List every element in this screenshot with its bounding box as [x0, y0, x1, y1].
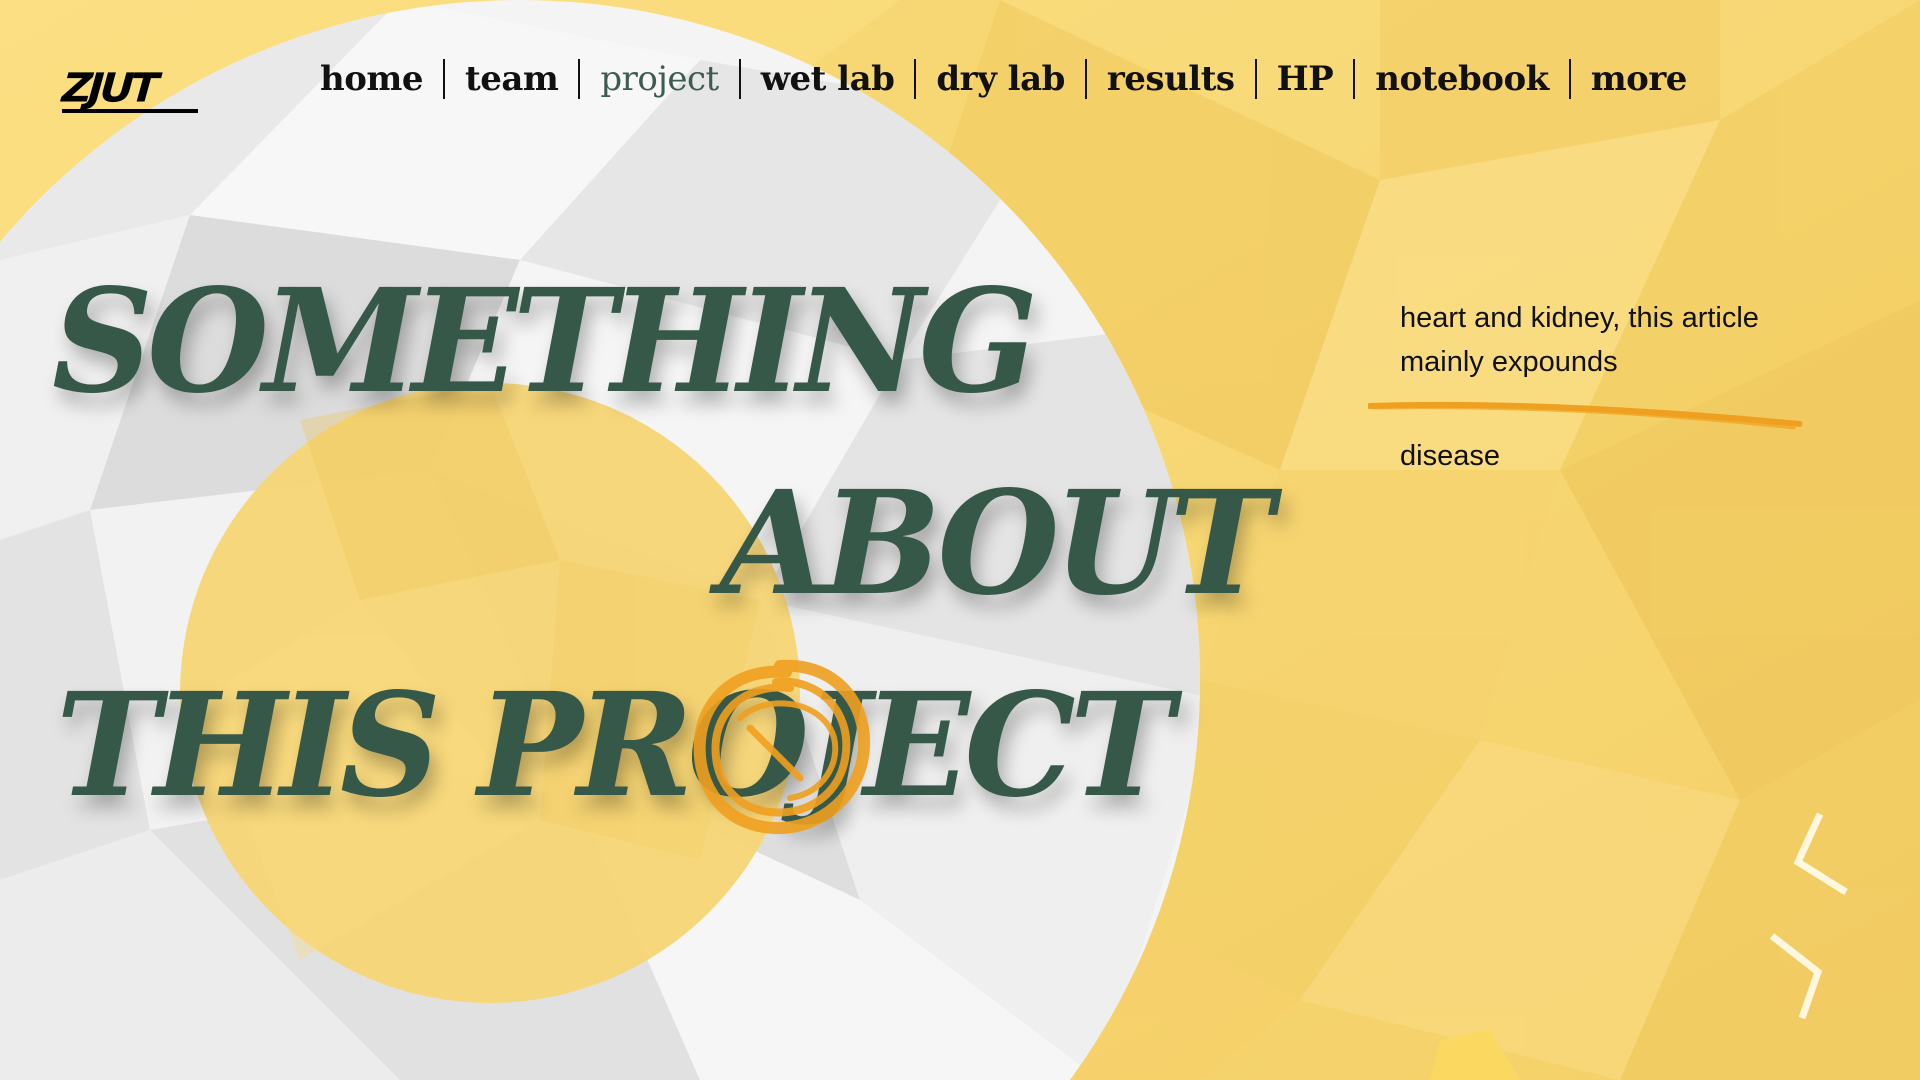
nav-results[interactable]: results — [1087, 57, 1255, 101]
chevron-right-icon[interactable] — [1762, 932, 1832, 1022]
hero-title-line-2: ABOUT — [720, 460, 1274, 628]
chevron-left-icon[interactable] — [1790, 810, 1860, 900]
nav-wet-lab[interactable]: wet lab — [741, 57, 915, 101]
nav-team[interactable]: team — [445, 57, 578, 101]
logo-text: ZJUT — [60, 64, 157, 111]
hero-title-line-3: THIS PROJECT — [56, 662, 1174, 830]
project-description-disease: disease — [1400, 440, 1500, 472]
nav-dry-lab[interactable]: dry lab — [916, 57, 1085, 101]
logo-underline — [62, 109, 198, 113]
nav-home[interactable]: home — [300, 57, 443, 101]
main-nav: home team project wet lab dry lab result… — [300, 54, 1707, 104]
hero-title-line-1: SOMETHING — [52, 258, 1038, 426]
zjut-logo[interactable]: ZJUT — [60, 64, 206, 116]
orange-underline — [1368, 401, 1802, 430]
nav-notebook[interactable]: notebook — [1355, 57, 1568, 101]
nav-more[interactable]: more — [1571, 57, 1707, 101]
project-description: heart and kidney, this article mainly ex… — [1400, 302, 1759, 378]
nav-project[interactable]: project — [580, 57, 738, 101]
nav-hp[interactable]: HP — [1257, 57, 1354, 101]
